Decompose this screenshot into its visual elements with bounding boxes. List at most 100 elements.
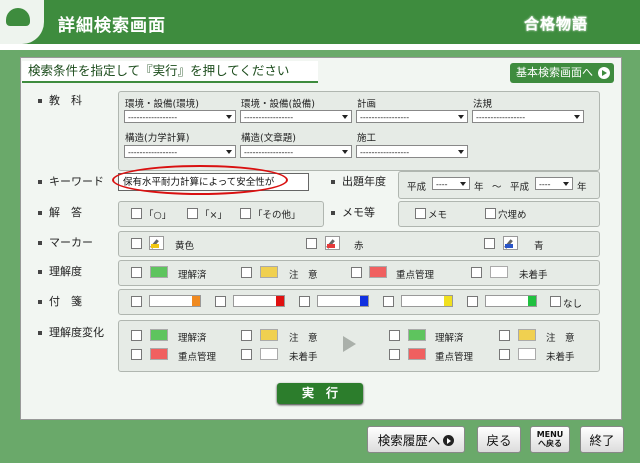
subject-label-struct-calc: 構造(力学計算) bbox=[125, 133, 190, 144]
from-done-checkbox[interactable] bbox=[131, 330, 142, 341]
memo-checkbox[interactable] bbox=[415, 208, 426, 219]
orange-sticky-icon bbox=[149, 295, 201, 307]
year-separator: ～ bbox=[492, 182, 502, 193]
understanding-untouched-label: 未着手 bbox=[519, 270, 548, 281]
red-marker-icon bbox=[325, 236, 340, 250]
year-to-select[interactable]: ---- bbox=[535, 177, 573, 190]
color-swatch bbox=[150, 329, 168, 341]
blue-sticky-icon bbox=[317, 295, 369, 307]
understanding-caution-label: 注 意 bbox=[289, 270, 318, 281]
subject-label-equip: 環境・設備(設備) bbox=[241, 99, 315, 110]
menu-return-button[interactable]: MENU へ戻る bbox=[530, 426, 570, 453]
from-done-label: 理解済 bbox=[178, 333, 207, 344]
sticky-yellow-checkbox[interactable] bbox=[383, 296, 394, 307]
to-untouched-checkbox[interactable] bbox=[499, 349, 510, 360]
red-sticky-icon bbox=[233, 295, 285, 307]
understanding-done-checkbox[interactable] bbox=[131, 267, 142, 278]
understanding-change-label: 理解度変化 bbox=[38, 324, 104, 340]
understanding-untouched-checkbox[interactable] bbox=[471, 267, 482, 278]
fill-blank-checkbox[interactable] bbox=[485, 208, 496, 219]
green-sticky-icon bbox=[485, 295, 537, 307]
execute-button[interactable]: 実 行 bbox=[277, 383, 363, 404]
search-history-button[interactable]: 検索履歴へ bbox=[367, 426, 465, 453]
memo-option-label: メモ bbox=[428, 210, 448, 221]
color-swatch bbox=[408, 348, 426, 360]
year-from-era: 平成 bbox=[407, 182, 427, 193]
answer-label: 解 答 bbox=[38, 204, 82, 220]
blue-marker-icon bbox=[503, 236, 518, 250]
answer-other-label: 「その他」 bbox=[253, 210, 301, 221]
yellow-marker-icon bbox=[149, 236, 164, 250]
color-swatch bbox=[260, 329, 278, 341]
subject-label: 教 科 bbox=[38, 92, 82, 108]
from-caution-label: 注 意 bbox=[289, 333, 318, 344]
answer-cross-label: 「×」 bbox=[200, 210, 227, 221]
from-focus-label: 重点管理 bbox=[178, 352, 217, 363]
from-untouched-label: 未着手 bbox=[289, 352, 318, 363]
sticky-green-checkbox[interactable] bbox=[467, 296, 478, 307]
marker-label: マーカー bbox=[38, 234, 93, 250]
subject-label-construction: 施工 bbox=[357, 133, 377, 144]
understanding-focus-checkbox[interactable] bbox=[351, 267, 362, 278]
arrow-right-icon bbox=[598, 67, 610, 79]
subject-label-struct-text: 構造(文章題) bbox=[241, 133, 296, 144]
divider bbox=[0, 44, 640, 50]
memo-label: メモ等 bbox=[331, 204, 375, 220]
color-swatch bbox=[518, 348, 536, 360]
understanding-done-label: 理解済 bbox=[178, 270, 207, 281]
subject-select-construction[interactable]: ----------------- bbox=[356, 145, 468, 158]
sticky-orange-checkbox[interactable] bbox=[131, 296, 142, 307]
sticky-red-checkbox[interactable] bbox=[215, 296, 226, 307]
marker-red-checkbox[interactable] bbox=[306, 238, 317, 249]
understanding-focus-label: 重点管理 bbox=[396, 270, 435, 281]
logo-icon bbox=[0, 0, 44, 44]
from-caution-checkbox[interactable] bbox=[241, 330, 252, 341]
marker-yellow-checkbox[interactable] bbox=[131, 238, 142, 249]
brand-logo: 合格物語 bbox=[523, 15, 588, 33]
subject-select-law[interactable]: ----------------- bbox=[472, 110, 584, 123]
subject-select-equip[interactable]: ----------------- bbox=[240, 110, 352, 123]
answer-other-checkbox[interactable] bbox=[240, 208, 251, 219]
subject-select-struct-text[interactable]: ----------------- bbox=[240, 145, 352, 158]
marker-blue-checkbox[interactable] bbox=[484, 238, 495, 249]
sticky-none-checkbox[interactable] bbox=[550, 296, 561, 307]
subject-select-plan[interactable]: ----------------- bbox=[356, 110, 468, 123]
sticky-none-label: なし bbox=[563, 299, 583, 310]
year-label: 出題年度 bbox=[331, 173, 386, 189]
from-focus-checkbox[interactable] bbox=[131, 349, 142, 360]
fill-blank-label: 穴埋め bbox=[498, 210, 527, 221]
page-title: 詳細検索画面 bbox=[58, 16, 166, 36]
year-from-select[interactable]: ---- bbox=[432, 177, 470, 190]
to-caution-checkbox[interactable] bbox=[499, 330, 510, 341]
year-to-unit: 年 bbox=[577, 182, 587, 193]
year-to-era: 平成 bbox=[510, 182, 530, 193]
sticky-blue-checkbox[interactable] bbox=[299, 296, 310, 307]
answer-circle-checkbox[interactable] bbox=[131, 208, 142, 219]
subject-select-env[interactable]: ----------------- bbox=[124, 110, 236, 123]
answer-cross-checkbox[interactable] bbox=[187, 208, 198, 219]
from-untouched-checkbox[interactable] bbox=[241, 349, 252, 360]
subject-label-env: 環境・設備(環境) bbox=[125, 99, 199, 110]
arrow-right-icon bbox=[343, 336, 356, 352]
subject-label-law: 法規 bbox=[473, 99, 493, 110]
sticky-label: 付 箋 bbox=[38, 293, 82, 309]
color-swatch bbox=[408, 329, 426, 341]
back-button[interactable]: 戻る bbox=[477, 426, 521, 453]
to-focus-checkbox[interactable] bbox=[389, 349, 400, 360]
instruction-headline: 検索条件を指定して『実行』を押してください bbox=[22, 61, 318, 83]
subject-label-plan: 計画 bbox=[357, 99, 377, 110]
arrow-right-icon bbox=[443, 435, 455, 446]
marker-yellow-label: 黄色 bbox=[175, 241, 195, 252]
to-done-checkbox[interactable] bbox=[389, 330, 400, 341]
color-swatch bbox=[490, 266, 508, 278]
quit-button[interactable]: 終了 bbox=[580, 426, 624, 453]
to-caution-label: 注 意 bbox=[546, 333, 575, 344]
understanding-caution-checkbox[interactable] bbox=[241, 267, 252, 278]
basic-search-button[interactable]: 基本検索画面へ bbox=[510, 63, 614, 83]
marker-blue-label: 青 bbox=[534, 241, 544, 252]
keyword-label: キーワード bbox=[38, 173, 104, 189]
color-swatch bbox=[369, 266, 387, 278]
to-focus-label: 重点管理 bbox=[435, 352, 474, 363]
subject-select-struct-calc[interactable]: ----------------- bbox=[124, 145, 236, 158]
understanding-label: 理解度 bbox=[38, 263, 82, 279]
